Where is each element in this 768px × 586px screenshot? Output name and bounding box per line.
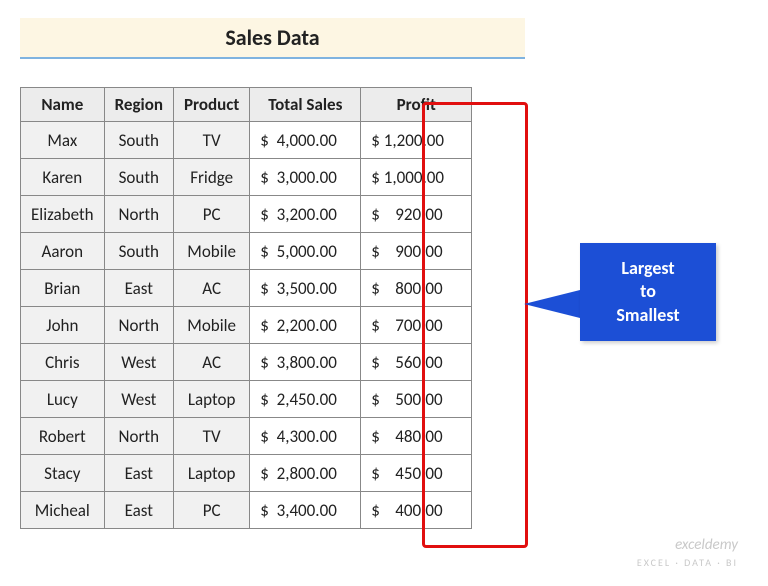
- cell-name[interactable]: Brian: [21, 270, 105, 307]
- cell-name[interactable]: Micheal: [21, 492, 105, 529]
- cell-profit[interactable]: $ 480.00: [361, 418, 472, 455]
- cell-profit[interactable]: $ 1,200.00: [361, 122, 472, 159]
- cell-product[interactable]: Mobile: [174, 233, 250, 270]
- cell-profit[interactable]: $ 800.00: [361, 270, 472, 307]
- cell-profit[interactable]: $ 500.00: [361, 381, 472, 418]
- cell-profit[interactable]: $ 400.00: [361, 492, 472, 529]
- cell-total-sales[interactable]: $ 2,450.00: [250, 381, 361, 418]
- cell-profit[interactable]: $ 700.00: [361, 307, 472, 344]
- cell-name[interactable]: Aaron: [21, 233, 105, 270]
- cell-total-sales[interactable]: $ 3,200.00: [250, 196, 361, 233]
- cell-product[interactable]: AC: [174, 270, 250, 307]
- cell-profit[interactable]: $ 1,000.00: [361, 159, 472, 196]
- col-name[interactable]: Name: [21, 88, 105, 122]
- cell-profit[interactable]: $ 900.00: [361, 233, 472, 270]
- callout-largest-to-smallest: Largest to Smallest: [580, 243, 716, 341]
- cell-name[interactable]: Max: [21, 122, 105, 159]
- cell-total-sales[interactable]: $ 2,200.00: [250, 307, 361, 344]
- cell-product[interactable]: Fridge: [174, 159, 250, 196]
- callout-line2: to: [640, 280, 656, 302]
- watermark: exceldemy EXCEL · DATA · BI: [637, 537, 738, 570]
- page-title: Sales Data: [20, 18, 525, 59]
- cell-profit[interactable]: $ 920.00: [361, 196, 472, 233]
- table-row[interactable]: KarenSouthFridge$ 3,000.00$ 1,000.00: [21, 159, 472, 196]
- watermark-sub: EXCEL · DATA · BI: [637, 556, 738, 569]
- cell-region[interactable]: West: [104, 381, 173, 418]
- cell-name[interactable]: Elizabeth: [21, 196, 105, 233]
- col-total-sales[interactable]: Total Sales: [250, 88, 361, 122]
- callout-arrow-icon: [524, 290, 580, 318]
- cell-total-sales[interactable]: $ 2,800.00: [250, 455, 361, 492]
- cell-region[interactable]: East: [104, 492, 173, 529]
- cell-name[interactable]: Lucy: [21, 381, 105, 418]
- cell-name[interactable]: Robert: [21, 418, 105, 455]
- cell-total-sales[interactable]: $ 3,500.00: [250, 270, 361, 307]
- cell-region[interactable]: North: [104, 418, 173, 455]
- cell-product[interactable]: TV: [174, 418, 250, 455]
- callout-line3: Smallest: [616, 304, 679, 326]
- col-product[interactable]: Product: [174, 88, 250, 122]
- cell-region[interactable]: East: [104, 455, 173, 492]
- watermark-main: exceldemy: [675, 536, 738, 554]
- cell-product[interactable]: Laptop: [174, 381, 250, 418]
- cell-total-sales[interactable]: $ 4,300.00: [250, 418, 361, 455]
- table-row[interactable]: MaxSouthTV$ 4,000.00$ 1,200.00: [21, 122, 472, 159]
- cell-region[interactable]: East: [104, 270, 173, 307]
- cell-product[interactable]: Laptop: [174, 455, 250, 492]
- cell-name[interactable]: Stacy: [21, 455, 105, 492]
- table-row[interactable]: StacyEastLaptop$ 2,800.00$ 450.00: [21, 455, 472, 492]
- cell-region[interactable]: South: [104, 159, 173, 196]
- cell-product[interactable]: Mobile: [174, 307, 250, 344]
- table-header-row: Name Region Product Total Sales Profit: [21, 88, 472, 122]
- table-row[interactable]: BrianEastAC$ 3,500.00$ 800.00: [21, 270, 472, 307]
- cell-total-sales[interactable]: $ 3,400.00: [250, 492, 361, 529]
- cell-total-sales[interactable]: $ 3,800.00: [250, 344, 361, 381]
- table-row[interactable]: MichealEastPC$ 3,400.00$ 400.00: [21, 492, 472, 529]
- col-profit[interactable]: Profit: [361, 88, 472, 122]
- table-row[interactable]: ChrisWestAC$ 3,800.00$ 560.00: [21, 344, 472, 381]
- cell-product[interactable]: PC: [174, 196, 250, 233]
- cell-total-sales[interactable]: $ 5,000.00: [250, 233, 361, 270]
- cell-name[interactable]: John: [21, 307, 105, 344]
- cell-total-sales[interactable]: $ 4,000.00: [250, 122, 361, 159]
- callout-line1: Largest: [621, 257, 674, 279]
- cell-name[interactable]: Karen: [21, 159, 105, 196]
- cell-region[interactable]: West: [104, 344, 173, 381]
- table-row[interactable]: LucyWestLaptop$ 2,450.00$ 500.00: [21, 381, 472, 418]
- cell-profit[interactable]: $ 450.00: [361, 455, 472, 492]
- cell-product[interactable]: TV: [174, 122, 250, 159]
- sales-table: Name Region Product Total Sales Profit M…: [20, 87, 472, 529]
- table-row[interactable]: ElizabethNorthPC$ 3,200.00$ 920.00: [21, 196, 472, 233]
- col-region[interactable]: Region: [104, 88, 173, 122]
- table-row[interactable]: AaronSouthMobile$ 5,000.00$ 900.00: [21, 233, 472, 270]
- cell-name[interactable]: Chris: [21, 344, 105, 381]
- cell-region[interactable]: South: [104, 122, 173, 159]
- cell-region[interactable]: North: [104, 196, 173, 233]
- cell-region[interactable]: North: [104, 307, 173, 344]
- table-row[interactable]: RobertNorthTV$ 4,300.00$ 480.00: [21, 418, 472, 455]
- cell-product[interactable]: PC: [174, 492, 250, 529]
- cell-product[interactable]: AC: [174, 344, 250, 381]
- cell-region[interactable]: South: [104, 233, 173, 270]
- cell-profit[interactable]: $ 560.00: [361, 344, 472, 381]
- cell-total-sales[interactable]: $ 3,000.00: [250, 159, 361, 196]
- table-row[interactable]: JohnNorthMobile$ 2,200.00$ 700.00: [21, 307, 472, 344]
